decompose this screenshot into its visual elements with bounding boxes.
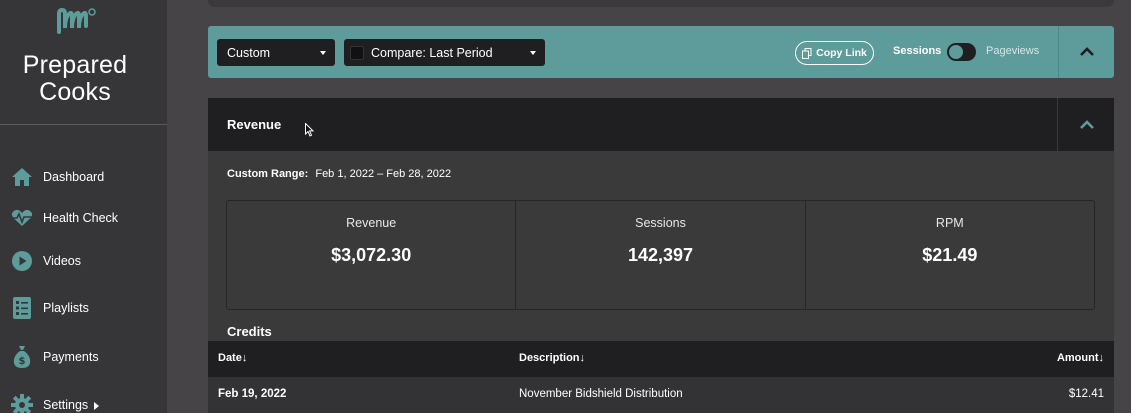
revenue-panel-body: Custom Range: Feb 1, 2022 – Feb 28, 2022… <box>208 151 1114 413</box>
row-date: Feb 19, 2022 <box>218 388 287 400</box>
checklist-icon <box>11 297 33 319</box>
range-select-value: Custom <box>227 45 271 60</box>
pageviews-label: Pageviews <box>986 45 1040 57</box>
sidebar-item-videos[interactable]: Videos <box>0 243 167 279</box>
sessions-pageviews-toggle[interactable] <box>947 43 976 61</box>
home-icon <box>11 166 33 188</box>
stat-label: RPM <box>935 216 964 230</box>
range-select[interactable]: Custom <box>217 39 335 66</box>
stat-sessions: Sessions 142,397 <box>516 201 806 309</box>
brand-line-1: Prepared <box>22 51 128 79</box>
top-card <box>208 0 1114 7</box>
chevron-up-icon <box>1080 47 1094 56</box>
brand-name: Prepared Cooks <box>0 52 150 106</box>
settings-label: Settings <box>43 398 89 412</box>
stat-revenue: Revenue $3,072.30 <box>227 201 517 309</box>
sidebar-item-playlists[interactable]: Playlists <box>0 290 167 326</box>
sidebar-item-health-check[interactable]: Health Check <box>0 200 167 236</box>
compare-select-value: Compare: Last Period <box>371 45 493 60</box>
sidebar-item-label: Payments <box>43 350 99 364</box>
copy-icon <box>802 47 812 59</box>
sidebar-divider <box>0 124 167 125</box>
chevron-down-icon <box>530 51 536 55</box>
filter-bar-divider <box>1058 26 1059 78</box>
revenue-panel-title: Revenue <box>227 117 282 132</box>
filter-collapse-button[interactable] <box>1060 26 1114 78</box>
compare-select[interactable]: Compare: Last Period <box>344 39 545 66</box>
gear-icon <box>11 394 33 413</box>
custom-range: Custom Range: Feb 1, 2022 – Feb 28, 2022 <box>227 168 451 180</box>
stats-summary: Revenue $3,072.30 Sessions 142,397 RPM $… <box>226 200 1095 310</box>
sidebar-item-payments[interactable]: $ Payments <box>0 339 167 375</box>
credits-title: Credits <box>227 324 272 339</box>
column-header-amount[interactable]: Amount↓ <box>1057 352 1104 364</box>
row-amount: $12.41 <box>1068 388 1104 400</box>
sidebar-item-label: Playlists <box>43 301 89 315</box>
custom-range-label: Custom Range: <box>227 168 309 180</box>
sidebar-item-label: Videos <box>43 254 81 268</box>
sidebar-item-label: Dashboard <box>43 170 105 184</box>
copy-link-button[interactable]: Copy Link <box>795 41 874 65</box>
sidebar-item-label: Settings <box>43 398 100 412</box>
sidebar-item-label: Health Check <box>43 211 119 225</box>
stat-value: 142,397 <box>627 245 694 265</box>
row-description: November Bidshield Distribution <box>519 388 683 400</box>
play-icon <box>11 250 33 272</box>
mouse-cursor-icon <box>305 123 315 137</box>
sidebar-item-dashboard[interactable]: Dashboard <box>0 159 167 195</box>
stat-value: $3,072.30 <box>331 245 412 265</box>
custom-range-value: Feb 1, 2022 – Feb 28, 2022 <box>315 168 452 180</box>
sidebar: Prepared Cooks Dashboard Health Check Vi… <box>0 0 167 413</box>
stat-rpm: RPM $21.49 <box>806 201 1094 309</box>
chevron-down-icon <box>320 51 326 55</box>
caret-right-icon <box>94 401 100 410</box>
filter-bar: Custom Compare: Last Period Copy Link Se… <box>208 26 1114 78</box>
svg-text:$: $ <box>19 356 26 367</box>
revenue-collapse-button[interactable] <box>1059 98 1114 151</box>
chevron-up-icon <box>1079 119 1094 129</box>
stat-label: Revenue <box>346 216 397 230</box>
brand-line-2: Cooks <box>39 78 111 106</box>
stat-label: Sessions <box>635 216 686 230</box>
stat-value: $21.49 <box>922 245 978 265</box>
logo-icon <box>57 7 96 34</box>
column-header-description[interactable]: Description↓ <box>519 352 585 364</box>
toggle-knob <box>949 45 963 59</box>
copy-link-label: Copy Link <box>816 47 867 59</box>
heartbeat-icon <box>11 207 33 229</box>
column-header-date[interactable]: Date↓ <box>218 352 247 364</box>
sessions-label: Sessions <box>893 45 942 57</box>
money-bag-icon: $ <box>11 346 33 368</box>
credits-table-header: Date↓ Description↓ Amount↓ <box>208 341 1114 377</box>
table-row: Feb 19, 2022 November Bidshield Distribu… <box>208 377 1114 413</box>
sidebar-item-settings[interactable]: Settings <box>0 387 167 413</box>
compare-color-swatch <box>350 45 364 60</box>
panel-header-divider <box>1057 98 1058 151</box>
revenue-panel-header: Revenue <box>208 98 1114 151</box>
